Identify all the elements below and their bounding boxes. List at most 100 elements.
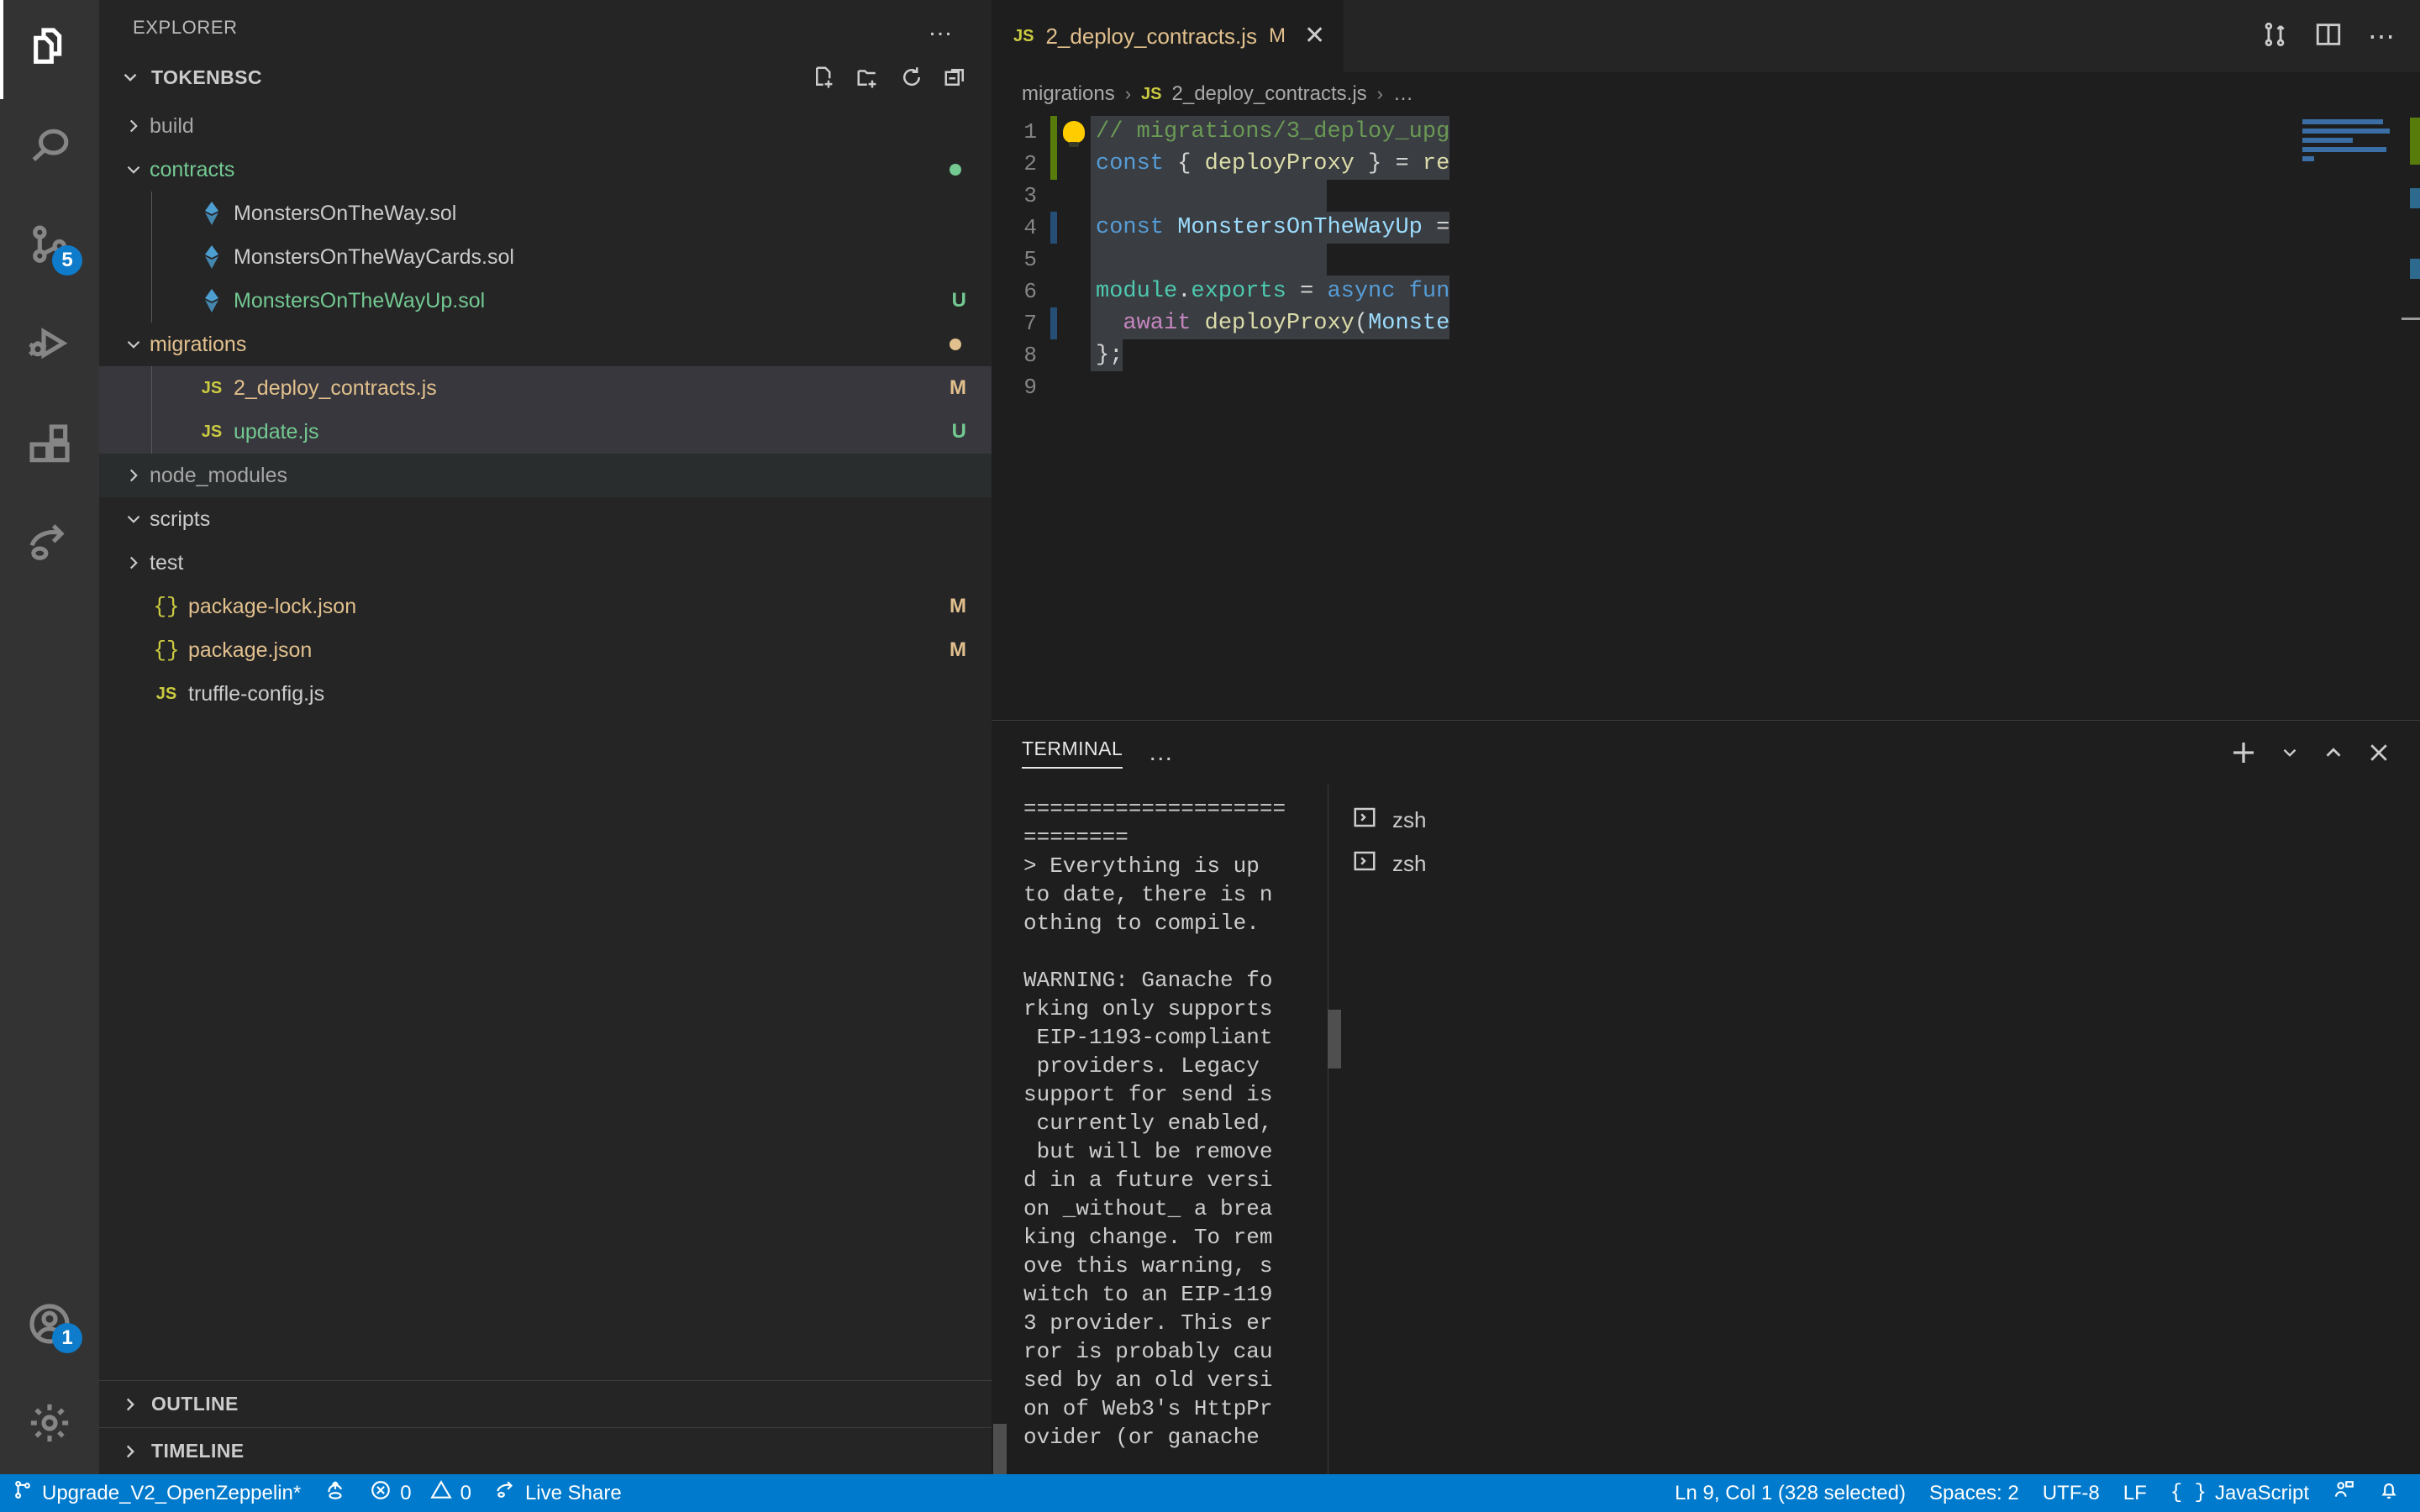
activity-extensions-button[interactable] bbox=[0, 396, 99, 496]
gutter-change-marker bbox=[1050, 180, 1057, 212]
code-line[interactable]: 9 bbox=[992, 371, 2420, 403]
more-actions-icon[interactable]: ⋯ bbox=[2368, 23, 2396, 50]
code-line[interactable]: 5 bbox=[992, 244, 2420, 276]
code-editor[interactable]: 1 // migrations/3_deploy_upg 2 const { depl… bbox=[992, 116, 2420, 719]
breadcrumb-separator: › bbox=[1124, 83, 1132, 104]
new-terminal-icon[interactable] bbox=[2228, 738, 2259, 768]
gutter-change-marker bbox=[1050, 307, 1057, 339]
code-text bbox=[1091, 244, 1328, 276]
close-icon[interactable] bbox=[2366, 740, 2391, 765]
overview-ruler[interactable] bbox=[2402, 116, 2420, 719]
tree-row-node-modules[interactable]: node_modules bbox=[99, 454, 992, 497]
tree-row-label: package-lock.json bbox=[188, 594, 357, 618]
activity-explorer-button[interactable] bbox=[0, 0, 99, 99]
chevron-up-icon[interactable] bbox=[2321, 740, 2346, 765]
tree-row-migrations[interactable]: migrations bbox=[99, 323, 992, 366]
explorer-root-label: TOKENBSC bbox=[151, 66, 262, 88]
folder-change-dot bbox=[950, 339, 961, 350]
status-encoding[interactable]: UTF-8 bbox=[2031, 1474, 2112, 1512]
json-file-icon: {} bbox=[153, 594, 180, 619]
code-line[interactable]: 2 const { deployProxy } = re bbox=[992, 148, 2420, 180]
git-status-badge: U bbox=[951, 289, 966, 312]
tree-row-monstersontheway-sol[interactable]: MonstersOnTheWay.sol bbox=[99, 192, 992, 235]
code-line[interactable]: 4 const MonstersOnTheWayUp = bbox=[992, 212, 2420, 244]
json-braces-icon: { } bbox=[2170, 1482, 2207, 1504]
code-line[interactable]: 1 // migrations/3_deploy_upg bbox=[992, 116, 2420, 148]
tree-row-build[interactable]: build bbox=[99, 104, 992, 148]
code-text: await deployProxy(Monste bbox=[1091, 307, 1450, 339]
debug-icon bbox=[26, 322, 73, 373]
chevron-right-icon bbox=[118, 115, 150, 137]
status-branch-label: Upgrade_V2_OpenZeppelin* bbox=[42, 1481, 302, 1504]
file-tree: build contracts MonstersOnTheWay.sol Monste… bbox=[99, 99, 992, 716]
sidebar-more-actions-icon[interactable]: … bbox=[928, 15, 973, 40]
explorer-root-header[interactable]: TOKENBSC bbox=[99, 55, 992, 99]
status-problems[interactable]: 0 0 bbox=[358, 1474, 483, 1512]
tree-row-scripts[interactable]: scripts bbox=[99, 497, 992, 541]
js-file-icon: JS bbox=[201, 422, 223, 441]
tree-row-package-json[interactable]: {} package.json M bbox=[99, 628, 992, 672]
terminal-instance-zsh-2[interactable]: zsh bbox=[1352, 842, 2420, 885]
indent-guide bbox=[151, 279, 152, 323]
status-cursor-position[interactable]: Ln 9, Col 1 (328 selected) bbox=[1663, 1474, 1918, 1512]
new-file-icon[interactable] bbox=[812, 65, 837, 90]
breadcrumb-item[interactable]: … bbox=[1393, 82, 1413, 106]
status-feedback[interactable] bbox=[2321, 1474, 2366, 1512]
close-icon[interactable]: ✕ bbox=[1304, 24, 1325, 49]
status-branch[interactable]: Upgrade_V2_OpenZeppelin* bbox=[0, 1474, 313, 1512]
code-line[interactable]: 7 await deployProxy(Monste bbox=[992, 307, 2420, 339]
breadcrumb-item[interactable]: migrations bbox=[1022, 82, 1115, 106]
terminal-list-scrollbar[interactable] bbox=[993, 1424, 1007, 1474]
activity-accounts-button[interactable]: 1 bbox=[0, 1276, 99, 1375]
status-sync[interactable] bbox=[313, 1474, 358, 1512]
tree-row-update-js[interactable]: JS update.js U bbox=[99, 410, 992, 454]
breadcrumb-item[interactable]: 2_deploy_contracts.js bbox=[1172, 82, 1367, 106]
outline-panel-header[interactable]: OUTLINE bbox=[99, 1380, 992, 1427]
timeline-panel-header[interactable]: TIMELINE bbox=[99, 1427, 992, 1474]
tree-row-contracts[interactable]: contracts bbox=[99, 148, 992, 192]
chevron-right-icon bbox=[118, 465, 150, 486]
tree-row-2-deploy-contracts-js[interactable]: JS 2_deploy_contracts.js M bbox=[99, 366, 992, 410]
lightbulb-icon[interactable] bbox=[1057, 121, 1091, 147]
gutter-change-marker bbox=[1050, 212, 1057, 244]
status-language-mode[interactable]: { } JavaScript bbox=[2159, 1474, 2321, 1512]
accounts-badge: 1 bbox=[52, 1323, 82, 1353]
terminal-output[interactable]: ==================== ======== > Everythi… bbox=[992, 785, 1328, 1474]
tree-row-monstersonthewayup-sol[interactable]: MonstersOnTheWayUp.sol U bbox=[99, 279, 992, 323]
activity-run-debug-button[interactable] bbox=[0, 297, 99, 396]
activity-search-button[interactable] bbox=[0, 99, 99, 198]
activity-settings-button[interactable] bbox=[0, 1375, 99, 1474]
status-notifications[interactable] bbox=[2366, 1474, 2412, 1512]
activity-source-control-button[interactable]: 5 bbox=[0, 198, 99, 297]
code-line[interactable]: 8}; bbox=[992, 339, 2420, 371]
minimap[interactable] bbox=[2302, 116, 2402, 719]
tree-row-package-lock-json[interactable]: {} package-lock.json M bbox=[99, 585, 992, 628]
tree-row-truffle-config-js[interactable]: JS truffle-config.js bbox=[99, 672, 992, 716]
tree-row-label: scripts bbox=[150, 507, 211, 531]
split-vertical-icon[interactable] bbox=[2260, 20, 2289, 53]
terminal-more-icon[interactable]: … bbox=[1148, 740, 1175, 765]
timeline-panel-label: TIMELINE bbox=[151, 1440, 245, 1462]
tab-2-deploy-contracts-js[interactable]: JS 2_deploy_contracts.js M ✕ bbox=[992, 0, 1345, 72]
new-folder-icon[interactable] bbox=[855, 65, 881, 90]
terminal-instance-zsh-1[interactable]: zsh bbox=[1352, 798, 2420, 842]
collapse-all-icon[interactable] bbox=[943, 65, 968, 90]
code-line[interactable]: 6 module.exports = async fun bbox=[992, 276, 2420, 307]
tree-row-monstersonthewaycards-sol[interactable]: MonstersOnTheWayCards.sol bbox=[99, 235, 992, 279]
activity-live-share-button[interactable] bbox=[0, 496, 99, 595]
editor-tabs-bar: JS 2_deploy_contracts.js M ✕ ⋯ bbox=[992, 0, 2420, 72]
status-indentation[interactable]: Spaces: 2 bbox=[1918, 1474, 2031, 1512]
status-eol[interactable]: LF bbox=[2112, 1474, 2159, 1512]
refresh-icon[interactable] bbox=[899, 65, 924, 90]
status-warning-count: 0 bbox=[460, 1481, 471, 1504]
terminal-scrollbar[interactable] bbox=[1328, 785, 1341, 1474]
status-live-share[interactable]: Live Share bbox=[483, 1474, 634, 1512]
split-editor-icon[interactable] bbox=[2314, 20, 2343, 53]
indent-guide bbox=[151, 235, 152, 279]
terminal-tab[interactable]: TERMINAL bbox=[1022, 738, 1123, 769]
tree-row-test[interactable]: test bbox=[99, 541, 992, 585]
terminal-actions bbox=[2228, 738, 2420, 768]
chevron-down-icon[interactable] bbox=[2279, 742, 2301, 764]
code-line[interactable]: 3 bbox=[992, 180, 2420, 212]
chevron-right-icon bbox=[118, 552, 150, 574]
